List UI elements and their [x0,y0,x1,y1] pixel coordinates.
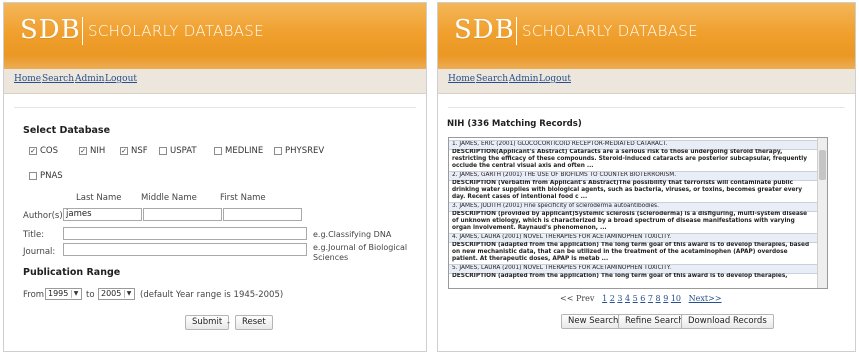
select-database-heading: Select Database [23,125,111,136]
record-description: DESCRIPTION (adapted from the applicatio… [452,242,810,262]
db-checkbox-medline[interactable]: MEDLINE [214,146,263,156]
page-link[interactable]: 6 [640,294,645,303]
page-link[interactable]: 4 [625,294,630,303]
nav-admin-link[interactable]: Admin [509,74,538,84]
chevron-down-icon: ▼ [124,290,133,298]
results-title: NIH (336 Matching Records) [447,119,582,129]
nav-admin-link[interactable]: Admin [75,74,104,84]
record-description: DESCRIPTION(Applicant's Abstract) Catara… [452,149,808,169]
page-link[interactable]: 1 [602,294,607,303]
checkbox-pnas[interactable] [29,172,37,180]
publication-range-heading: Publication Range [23,267,121,278]
main-nav: Home Search Admin Logout [4,69,426,94]
results-panel: SDB SCHOLARLY DATABASE Home Search Admin… [437,2,856,352]
db-checkbox-nih[interactable]: ✓ NIH [79,146,105,156]
journal-input[interactable] [63,243,307,256]
title-label: Title: [23,230,45,240]
page-link[interactable]: 9 [663,294,668,303]
checkbox-label-pnas: PNAS [40,171,63,181]
checkbox-label-cos: COS [40,146,59,156]
author-first-name-input[interactable] [223,208,302,221]
year-from-select[interactable]: 1995 ▼ [45,288,82,300]
site-logo[interactable]: SDB [454,15,515,45]
year-range-note: (default Year range is 1945-2005) [140,290,284,300]
nav-home-link[interactable]: Home [448,74,475,84]
db-checkbox-uspat[interactable]: USPAT [159,146,197,156]
year-from-value: 1995 [48,289,69,298]
nav-search-link[interactable]: Search [476,74,508,84]
record-description: DESCRIPTION (adapted from the applicatio… [452,273,788,279]
site-header: SDB SCHOLARLY DATABASE [438,3,855,69]
checkbox-physrev[interactable] [274,147,282,155]
nav-search-link[interactable]: Search [42,74,74,84]
logo-divider [82,17,83,45]
content-divider [14,107,416,108]
site-name: SCHOLARLY DATABASE [522,22,698,40]
checkbox-cos[interactable]: ✓ [29,147,37,155]
content-divider [448,107,845,108]
db-checkbox-nsf[interactable]: ✓ NSF [120,146,148,156]
author-middle-name-input[interactable] [143,208,222,221]
results-scrollbar[interactable] [817,138,827,288]
checkbox-nsf[interactable]: ✓ [120,147,128,155]
download-records-button[interactable]: Download Records [681,314,774,329]
year-to-value: 2005 [101,289,122,298]
page-link[interactable]: 8 [656,294,661,303]
to-label: to [86,290,95,300]
middle-name-column-label: Middle Name [141,193,197,203]
title-hint: e.g.Classifying DNA [313,230,392,239]
pagination: << Prev 1 2 3 4 5 6 7 8 9 10 Next>> [560,294,722,303]
db-checkbox-physrev[interactable]: PHYSREV [274,146,324,156]
site-logo[interactable]: SDB [20,15,81,45]
year-to-select[interactable]: 2005 ▼ [98,288,135,300]
logo-divider [516,17,517,45]
button-separator: - [227,318,231,328]
checkbox-uspat[interactable] [159,147,167,155]
checkbox-label-physrev: PHYSREV [285,146,325,156]
site-name: SCHOLARLY DATABASE [88,22,264,40]
checkbox-medline[interactable] [214,147,222,155]
search-form-panel: SDB SCHOLARLY DATABASE Home Search Admin… [3,2,427,352]
next-page-link[interactable]: Next>> [689,294,722,303]
submit-button[interactable]: Submit [185,315,230,330]
nav-home-link[interactable]: Home [14,74,41,84]
refine-search-button[interactable]: Refine Search [618,314,691,329]
page-link[interactable]: 7 [648,294,653,303]
checkbox-label-uspat: USPAT [170,146,197,156]
chevron-down-icon: ▼ [71,290,80,298]
scrollbar-thumb[interactable] [819,150,826,180]
db-checkbox-cos[interactable]: ✓ COS [29,146,58,156]
checkbox-label-medline: MEDLINE [225,146,264,156]
authors-label: Author(s) [23,211,63,221]
from-label: From [23,290,45,300]
page-link[interactable]: 3 [617,294,622,303]
results-list[interactable]: 1. JAMES, ERIC (2001) GLUCOCORTICOID REC… [448,137,828,289]
new-search-button[interactable]: New Search [561,314,626,329]
prev-page-link[interactable]: << Prev [560,294,594,303]
record-description: DESCRIPTION (Verbatim from Applicant's A… [452,180,803,200]
page-link[interactable]: 10 [671,294,681,303]
db-checkbox-pnas[interactable]: PNAS [29,171,63,181]
checkbox-nih[interactable]: ✓ [79,147,87,155]
journal-label: Journal: [23,247,56,257]
page-link[interactable]: 2 [610,294,615,303]
record-description: DESCRIPTION (provided by applicant)Syste… [452,211,808,231]
last-name-column-label: Last Name [76,193,122,203]
author-last-name-input[interactable]: james [63,208,142,221]
checkbox-label-nsf: NSF [131,146,148,156]
title-input[interactable] [63,227,307,240]
checkbox-label-nih: NIH [90,146,106,156]
nav-logout-link[interactable]: Logout [539,74,571,84]
main-nav: Home Search Admin Logout [438,69,855,94]
page-link[interactable]: 5 [633,294,638,303]
reset-button[interactable]: Reset [235,315,273,330]
journal-hint: e.g.Journal of Biological Sciences [313,243,408,262]
site-header: SDB SCHOLARLY DATABASE [4,3,426,69]
nav-logout-link[interactable]: Logout [105,74,137,84]
first-name-column-label: First Name [220,193,266,203]
